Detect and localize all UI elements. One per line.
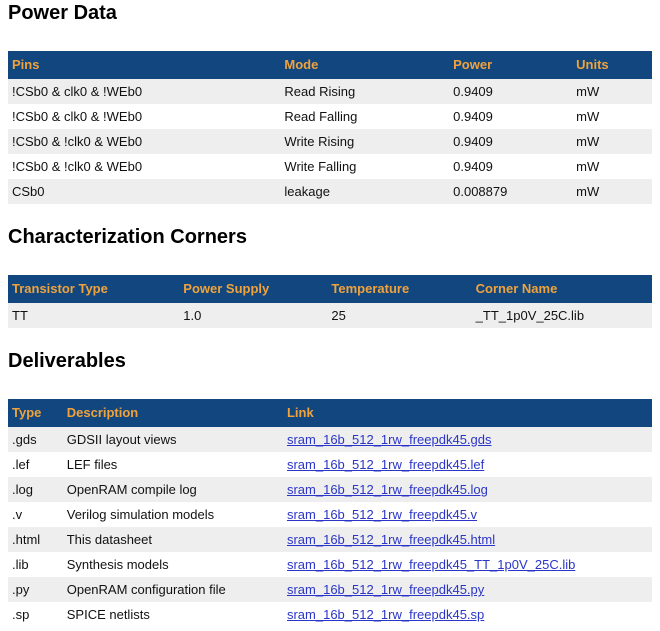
col-header-power: Power <box>449 51 572 79</box>
table-row: .v Verilog simulation models sram_16b_51… <box>8 502 652 527</box>
header-row: Type Description Link <box>8 399 652 427</box>
header-row: Transistor Type Power Supply Temperature… <box>8 275 652 303</box>
cell-power: 0.9409 <box>449 154 572 179</box>
cell-type: .log <box>8 477 63 502</box>
cell-temperature: 25 <box>327 303 471 328</box>
characterization-corners-table: Transistor Type Power Supply Temperature… <box>8 275 652 328</box>
table-row: .lib Synthesis models sram_16b_512_1rw_f… <box>8 552 652 577</box>
cell-description: OpenRAM compile log <box>63 477 283 502</box>
characterization-corners-heading: Characterization Corners <box>8 226 652 249</box>
power-data-heading: Power Data <box>8 2 652 25</box>
cell-type: .lib <box>8 552 63 577</box>
cell-link: sram_16b_512_1rw_freepdk45.html <box>283 527 652 552</box>
deliverables-table-header: Type Description Link <box>8 399 652 427</box>
cell-pins: !CSb0 & !clk0 & WEb0 <box>8 129 280 154</box>
cell-type: .py <box>8 577 63 602</box>
cell-link: sram_16b_512_1rw_freepdk45.py <box>283 577 652 602</box>
cell-pins: CSb0 <box>8 179 280 204</box>
power-data-table: Pins Mode Power Units !CSb0 & clk0 & !WE… <box>8 51 652 204</box>
cell-link: sram_16b_512_1rw_freepdk45.gds <box>283 427 652 452</box>
cell-units: mW <box>572 154 652 179</box>
table-row: .sp SPICE netlists sram_16b_512_1rw_free… <box>8 602 652 627</box>
table-row: .py OpenRAM configuration file sram_16b_… <box>8 577 652 602</box>
cell-units: mW <box>572 79 652 104</box>
table-row: .lef LEF files sram_16b_512_1rw_freepdk4… <box>8 452 652 477</box>
cell-link: sram_16b_512_1rw_freepdk45.lef <box>283 452 652 477</box>
cell-transistor-type: TT <box>8 303 179 328</box>
cell-description: This datasheet <box>63 527 283 552</box>
deliverable-link-lef[interactable]: sram_16b_512_1rw_freepdk45.lef <box>287 457 484 472</box>
cell-description: SPICE netlists <box>63 602 283 627</box>
table-row: CSb0 leakage 0.008879 mW <box>8 179 652 204</box>
cell-link: sram_16b_512_1rw_freepdk45.log <box>283 477 652 502</box>
cell-type: .html <box>8 527 63 552</box>
power-table-header: Pins Mode Power Units <box>8 51 652 79</box>
col-header-transistor-type: Transistor Type <box>8 275 179 303</box>
deliverables-table: Type Description Link .gds GDSII layout … <box>8 399 652 627</box>
table-row: .log OpenRAM compile log sram_16b_512_1r… <box>8 477 652 502</box>
cell-power: 0.9409 <box>449 79 572 104</box>
cell-description: Synthesis models <box>63 552 283 577</box>
col-header-type: Type <box>8 399 63 427</box>
deliverable-link-v[interactable]: sram_16b_512_1rw_freepdk45.v <box>287 507 477 522</box>
col-header-description: Description <box>63 399 283 427</box>
col-header-power-supply: Power Supply <box>179 275 327 303</box>
table-row: !CSb0 & clk0 & !WEb0 Read Falling 0.9409… <box>8 104 652 129</box>
col-header-pins: Pins <box>8 51 280 79</box>
col-header-mode: Mode <box>280 51 449 79</box>
col-header-link: Link <box>283 399 652 427</box>
cell-link: sram_16b_512_1rw_freepdk45_TT_1p0V_25C.l… <box>283 552 652 577</box>
cell-description: Verilog simulation models <box>63 502 283 527</box>
table-row: !CSb0 & clk0 & !WEb0 Read Rising 0.9409 … <box>8 79 652 104</box>
cell-type: .v <box>8 502 63 527</box>
deliverable-link-lib[interactable]: sram_16b_512_1rw_freepdk45_TT_1p0V_25C.l… <box>287 557 575 572</box>
col-header-temperature: Temperature <box>327 275 471 303</box>
cell-power: 0.9409 <box>449 129 572 154</box>
table-row: TT 1.0 25 _TT_1p0V_25C.lib <box>8 303 652 328</box>
cell-type: .gds <box>8 427 63 452</box>
cell-mode: Read Falling <box>280 104 449 129</box>
cell-mode: leakage <box>280 179 449 204</box>
col-header-units: Units <box>572 51 652 79</box>
cell-power-supply: 1.0 <box>179 303 327 328</box>
table-row: !CSb0 & !clk0 & WEb0 Write Rising 0.9409… <box>8 129 652 154</box>
cell-type: .sp <box>8 602 63 627</box>
cell-units: mW <box>572 129 652 154</box>
deliverable-link-log[interactable]: sram_16b_512_1rw_freepdk45.log <box>287 482 488 497</box>
cell-units: mW <box>572 179 652 204</box>
cell-power: 0.9409 <box>449 104 572 129</box>
cell-corner-name: _TT_1p0V_25C.lib <box>472 303 652 328</box>
cell-pins: !CSb0 & clk0 & !WEb0 <box>8 104 280 129</box>
corners-table-header: Transistor Type Power Supply Temperature… <box>8 275 652 303</box>
table-row: .html This datasheet sram_16b_512_1rw_fr… <box>8 527 652 552</box>
cell-link: sram_16b_512_1rw_freepdk45.sp <box>283 602 652 627</box>
cell-mode: Write Falling <box>280 154 449 179</box>
datasheet-page: Power Data Pins Mode Power Units !CSb0 &… <box>0 0 660 627</box>
deliverable-link-py[interactable]: sram_16b_512_1rw_freepdk45.py <box>287 582 484 597</box>
cell-mode: Read Rising <box>280 79 449 104</box>
header-row: Pins Mode Power Units <box>8 51 652 79</box>
cell-description: LEF files <box>63 452 283 477</box>
table-row: .gds GDSII layout views sram_16b_512_1rw… <box>8 427 652 452</box>
cell-mode: Write Rising <box>280 129 449 154</box>
cell-description: GDSII layout views <box>63 427 283 452</box>
deliverable-link-sp[interactable]: sram_16b_512_1rw_freepdk45.sp <box>287 607 484 622</box>
deliverable-link-gds[interactable]: sram_16b_512_1rw_freepdk45.gds <box>287 432 492 447</box>
cell-power: 0.008879 <box>449 179 572 204</box>
cell-pins: !CSb0 & !clk0 & WEb0 <box>8 154 280 179</box>
deliverable-link-html[interactable]: sram_16b_512_1rw_freepdk45.html <box>287 532 495 547</box>
cell-pins: !CSb0 & clk0 & !WEb0 <box>8 79 280 104</box>
col-header-corner-name: Corner Name <box>472 275 652 303</box>
cell-type: .lef <box>8 452 63 477</box>
deliverables-heading: Deliverables <box>8 350 652 373</box>
cell-units: mW <box>572 104 652 129</box>
table-row: !CSb0 & !clk0 & WEb0 Write Falling 0.940… <box>8 154 652 179</box>
cell-link: sram_16b_512_1rw_freepdk45.v <box>283 502 652 527</box>
cell-description: OpenRAM configuration file <box>63 577 283 602</box>
